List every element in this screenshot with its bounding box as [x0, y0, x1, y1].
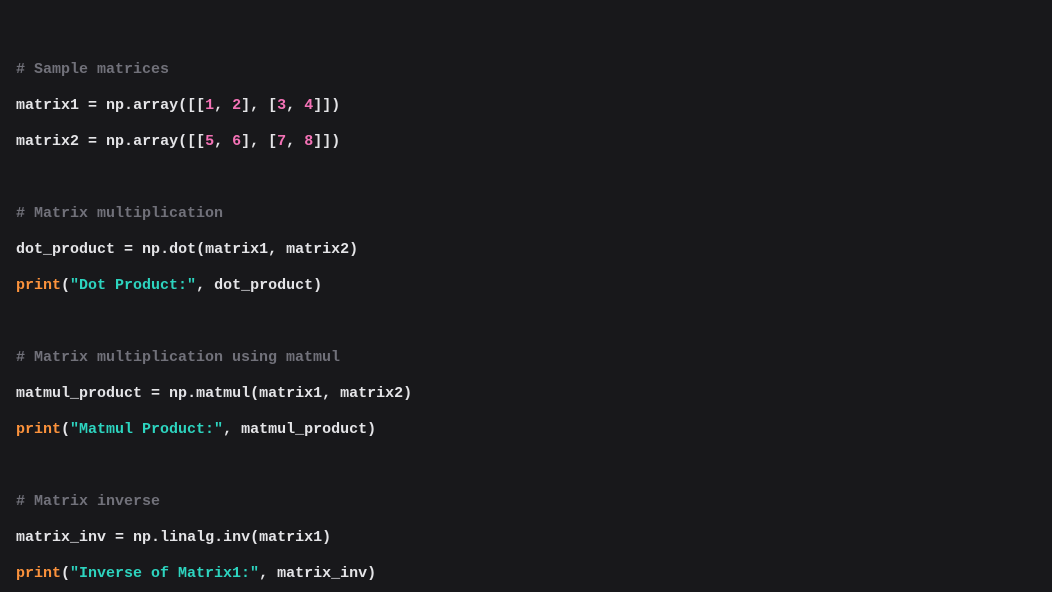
code-builtin: print [16, 277, 61, 294]
code-number: 1 [205, 97, 214, 114]
code-text: array [133, 97, 178, 114]
code-text: np [142, 241, 160, 258]
code-text: ) [349, 241, 358, 258]
code-text: ( [61, 421, 70, 438]
code-text: np [106, 133, 124, 150]
code-text: ]]) [313, 97, 340, 114]
code-number: 5 [205, 133, 214, 150]
code-text: . [124, 97, 133, 114]
code-string: "Inverse of Matrix1:" [70, 565, 259, 582]
code-string: "Dot Product:" [70, 277, 196, 294]
code-text: . [151, 529, 160, 546]
code-text: ([[ [178, 133, 205, 150]
code-text: ( [250, 529, 259, 546]
code-text: ( [196, 241, 205, 258]
code-text: matmul_product [241, 421, 367, 438]
code-text: ( [61, 565, 70, 582]
comment-matrix-mult: # Matrix multiplication [16, 205, 223, 222]
code-text: ], [ [241, 133, 277, 150]
code-text: ) [313, 277, 322, 294]
code-text: . [187, 385, 196, 402]
code-text: linalg [160, 529, 214, 546]
comment-inverse: # Matrix inverse [16, 493, 160, 510]
code-text: dot_product [214, 277, 313, 294]
code-text: matrix1 [259, 529, 322, 546]
code-text: ) [403, 385, 412, 402]
code-text: ]]) [313, 133, 340, 150]
code-text: np [133, 529, 151, 546]
code-builtin: print [16, 565, 61, 582]
code-text: = [115, 241, 142, 258]
code-text: , [196, 277, 214, 294]
code-text: dot [169, 241, 196, 258]
code-text: , [259, 565, 277, 582]
code-number: 7 [277, 133, 286, 150]
code-text: matmul [196, 385, 250, 402]
code-text: , [322, 385, 340, 402]
code-text: matrix1 [205, 241, 268, 258]
code-block: # Sample matrices matrix1 = np.array([[1… [16, 16, 1036, 592]
code-number: 4 [304, 97, 313, 114]
code-text: ) [367, 565, 376, 582]
code-number: 8 [304, 133, 313, 150]
code-number: 3 [277, 97, 286, 114]
code-text: , [214, 97, 232, 114]
code-text: matrix_inv [277, 565, 367, 582]
code-text: = [106, 529, 133, 546]
code-text: dot_product [16, 241, 115, 258]
code-text: matrix1 [259, 385, 322, 402]
code-string: "Matmul Product:" [70, 421, 223, 438]
code-text: matrix2 [286, 241, 349, 258]
code-text: matrix1 [16, 97, 79, 114]
code-text: , [268, 241, 286, 258]
code-text: np [106, 97, 124, 114]
code-number: 6 [232, 133, 241, 150]
code-text: matmul_product [16, 385, 142, 402]
code-text: ([[ [178, 97, 205, 114]
code-text: matrix2 [340, 385, 403, 402]
code-text: ) [367, 421, 376, 438]
code-text: . [214, 529, 223, 546]
code-text: matrix_inv [16, 529, 106, 546]
code-text: . [124, 133, 133, 150]
code-text: ( [61, 277, 70, 294]
code-text: inv [223, 529, 250, 546]
code-number: 2 [232, 97, 241, 114]
code-text: ], [ [241, 97, 277, 114]
code-text: ( [250, 385, 259, 402]
code-text: , [286, 133, 304, 150]
code-text: matrix2 [16, 133, 79, 150]
code-text: np [169, 385, 187, 402]
comment-matmul: # Matrix multiplication using matmul [16, 349, 340, 366]
code-text: . [160, 241, 169, 258]
code-text: , [223, 421, 241, 438]
code-text: ) [322, 529, 331, 546]
code-text: array [133, 133, 178, 150]
code-text: = [142, 385, 169, 402]
code-builtin: print [16, 421, 61, 438]
code-text: = [79, 97, 106, 114]
comment-sample-matrices: # Sample matrices [16, 61, 169, 78]
code-text: , [286, 97, 304, 114]
code-text: = [79, 133, 106, 150]
code-text: , [214, 133, 232, 150]
